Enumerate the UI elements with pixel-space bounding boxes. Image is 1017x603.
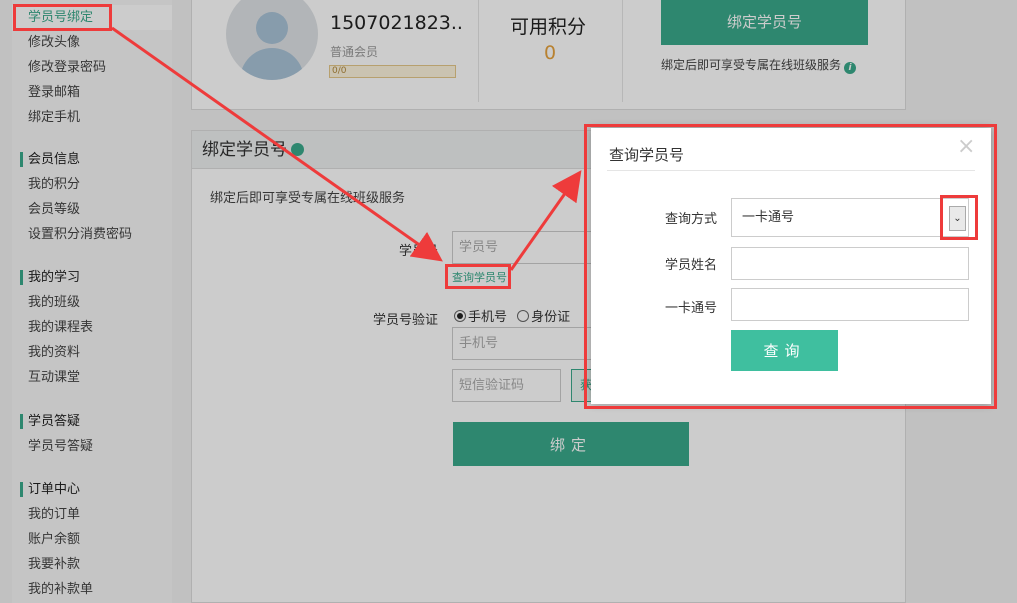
arrow-sidebar-to-link [111, 26, 443, 262]
arrow-link-to-modal [509, 170, 582, 271]
annotation-arrows [111, 26, 582, 271]
